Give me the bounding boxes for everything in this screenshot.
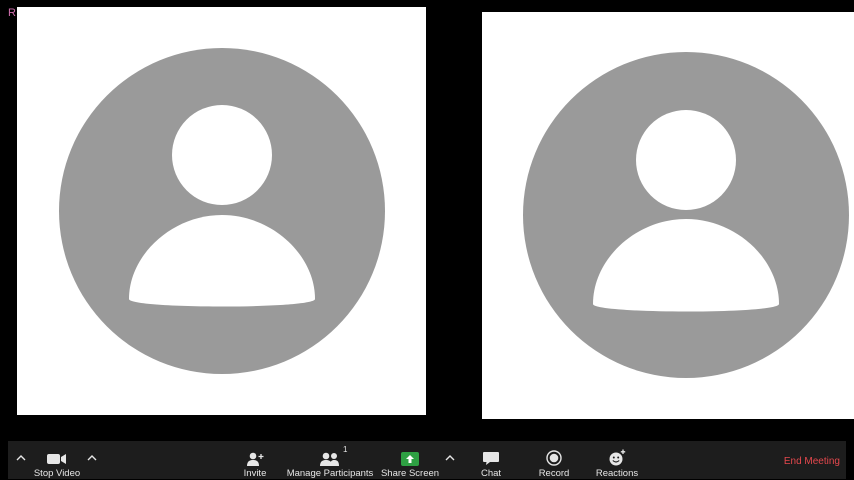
add-user-icon xyxy=(246,444,264,466)
avatar-head xyxy=(636,110,736,210)
record-icon xyxy=(546,444,562,466)
video-camera-icon xyxy=(47,444,67,466)
manage-participants-button[interactable]: Manage Participants 1 xyxy=(286,441,374,479)
stop-video-label: Stop Video xyxy=(33,468,81,479)
avatar-head xyxy=(172,105,272,205)
participant-tile[interactable] xyxy=(17,7,426,415)
meeting-toolbar: Stop Video Invite Manage Participants 1 … xyxy=(8,441,846,479)
avatar-placeholder xyxy=(523,52,849,378)
invite-button[interactable]: Invite xyxy=(238,441,272,479)
participants-icon xyxy=(319,444,341,466)
manage-participants-label: Manage Participants xyxy=(286,468,374,479)
end-meeting-button[interactable]: End Meeting xyxy=(784,456,840,467)
share-screen-button[interactable]: Share Screen xyxy=(380,441,440,479)
video-options-chevron-up-icon[interactable] xyxy=(85,450,99,464)
avatar-placeholder xyxy=(59,48,385,374)
emoji-reaction-icon xyxy=(607,444,627,466)
participant-count-badge: 1 xyxy=(343,445,348,454)
record-button[interactable]: Record xyxy=(534,441,574,479)
record-label: Record xyxy=(538,468,570,479)
share-screen-label: Share Screen xyxy=(380,468,440,479)
chat-button[interactable]: Chat xyxy=(474,441,508,479)
invite-label: Invite xyxy=(243,468,267,479)
avatar-circle xyxy=(59,48,385,374)
share-options-chevron-up-icon[interactable] xyxy=(443,450,457,464)
chat-bubble-icon xyxy=(482,444,500,466)
avatar-circle xyxy=(523,52,849,378)
chat-label: Chat xyxy=(480,468,502,479)
reactions-button[interactable]: Reactions xyxy=(594,441,640,479)
meeting-window: REDGIFS Stop Video xyxy=(0,0,854,480)
reactions-label: Reactions xyxy=(595,468,639,479)
stop-video-button[interactable]: Stop Video xyxy=(32,441,82,479)
share-screen-icon xyxy=(400,444,420,466)
audio-options-chevron-up-icon[interactable] xyxy=(14,450,28,464)
participant-tile[interactable] xyxy=(482,12,854,419)
